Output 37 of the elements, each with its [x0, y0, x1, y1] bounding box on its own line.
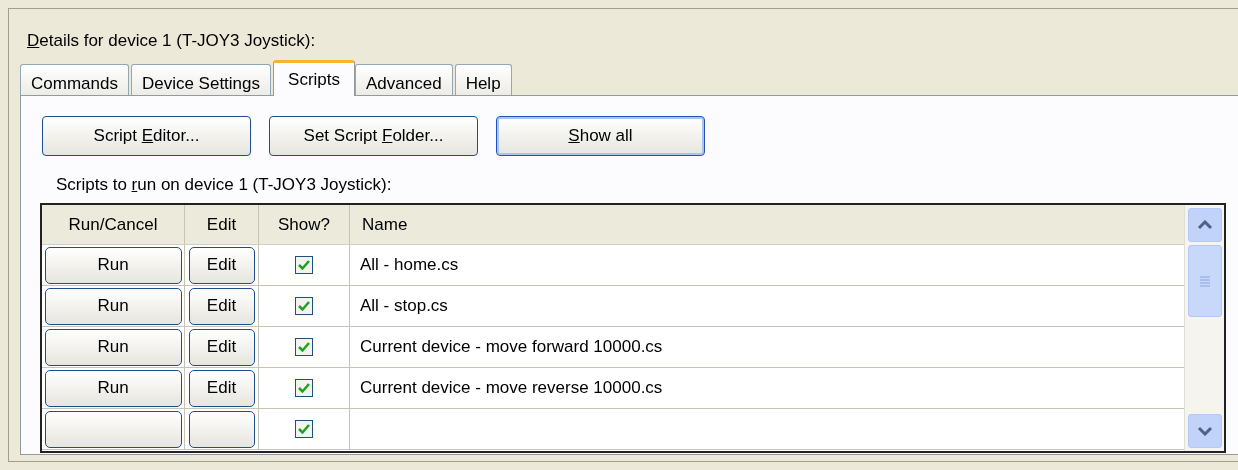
column-header[interactable]: Run/Cancel — [42, 205, 185, 244]
run-button[interactable]: Run — [44, 369, 182, 407]
scroll-down-icon[interactable] — [1187, 414, 1222, 448]
column-header[interactable]: Name — [350, 205, 1184, 244]
show-checkbox[interactable] — [295, 338, 313, 356]
edit-button[interactable]: Edit — [188, 246, 255, 284]
scripts-label: Scripts to run on device 1 (T-JOY3 Joystick): — [56, 173, 392, 196]
run-button[interactable]: Run — [44, 328, 182, 366]
button[interactable]: Set Script Folder... — [269, 115, 478, 156]
scroll-thumb[interactable] — [1187, 245, 1222, 317]
script-name-cell-text: All - stop.cs — [359, 295, 449, 318]
edit-button[interactable]: Edit — [188, 369, 255, 407]
script-name-cell-text: Current device - move reverse 10000.cs — [359, 377, 664, 400]
button[interactable]: Show all — [496, 115, 705, 156]
show-checkbox[interactable] — [295, 379, 313, 397]
tab[interactable]: Advanced — [355, 63, 453, 96]
show-checkbox[interactable] — [295, 297, 313, 315]
edit-button[interactable]: Edit — [188, 328, 255, 366]
edit-button[interactable]: Edit — [188, 287, 255, 325]
column-header[interactable]: Show? — [259, 205, 350, 244]
scroll-up-icon[interactable] — [1187, 208, 1222, 242]
button[interactable]: Script Editor... — [42, 115, 251, 156]
show-checkbox[interactable] — [295, 256, 313, 274]
column-header[interactable]: Edit — [185, 205, 259, 244]
script-name-cell-text: All - home.cs — [359, 254, 460, 277]
run-button[interactable]: Run — [44, 287, 182, 325]
tab[interactable]: Device Settings — [130, 63, 272, 96]
tab[interactable]: Help — [454, 63, 512, 96]
run-button[interactable]: Run — [44, 246, 182, 284]
show-checkbox[interactable] — [295, 420, 313, 438]
scrollbar[interactable] — [1184, 205, 1224, 451]
run-button[interactable] — [44, 410, 182, 448]
tab[interactable]: Scripts — [273, 59, 355, 96]
details-label: Details for device 1 (T-JOY3 Joystick): — [27, 30, 316, 52]
tab[interactable]: Commands — [20, 63, 129, 96]
script-name-cell-text: Current device - move forward 10000.cs — [359, 336, 664, 359]
edit-button[interactable] — [188, 410, 255, 448]
